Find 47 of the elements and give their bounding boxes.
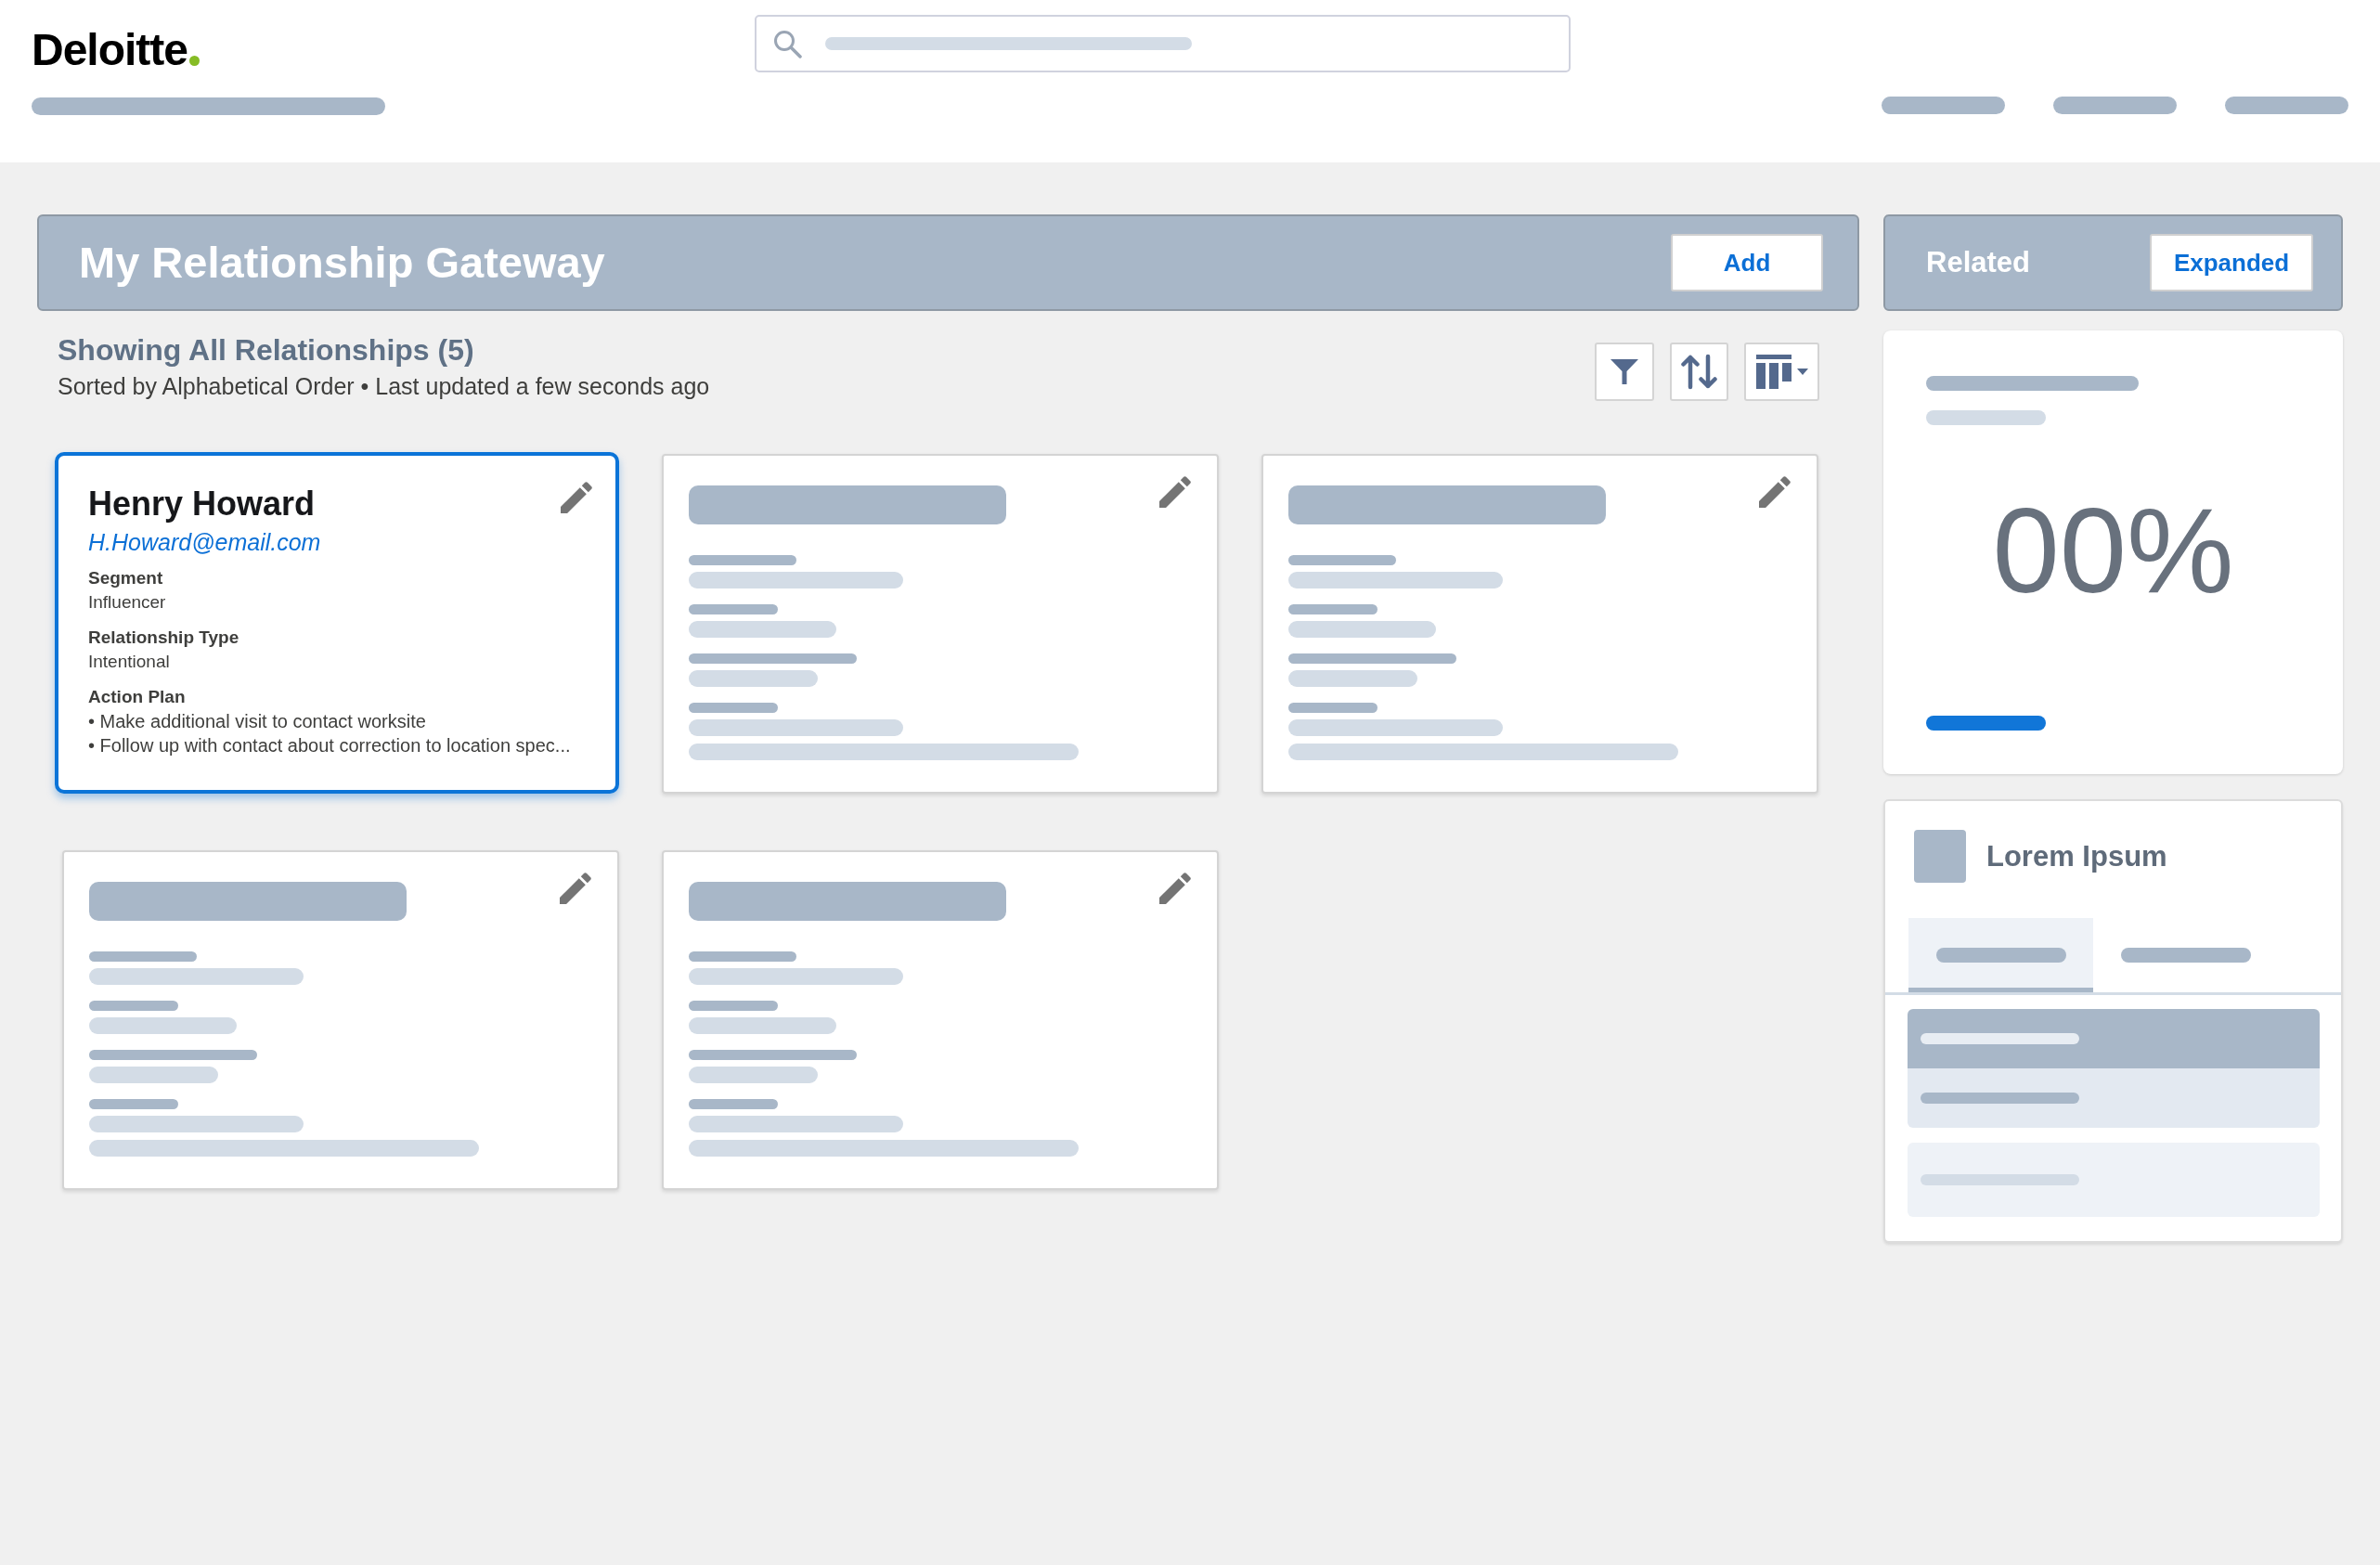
edit-button[interactable] xyxy=(1159,873,1191,904)
page-title: My Relationship Gateway xyxy=(79,237,605,289)
filter-button[interactable] xyxy=(1595,343,1654,401)
relationship-card[interactable] xyxy=(1261,454,1818,794)
action-item: • Follow up with contact about correction to location spec... xyxy=(88,734,571,757)
tab[interactable] xyxy=(1908,918,2093,992)
caret-icon xyxy=(1796,369,1808,375)
summary-heading: Showing All Relationships (5) xyxy=(58,333,474,367)
edit-button[interactable] xyxy=(1159,476,1191,508)
email-link[interactable]: H.Howard@email.com xyxy=(88,528,321,556)
field-label: Action Plan xyxy=(88,686,186,708)
square-icon xyxy=(1914,830,1966,883)
sort-button[interactable] xyxy=(1670,343,1728,401)
sort-icon xyxy=(1681,354,1717,390)
search-field[interactable] xyxy=(755,15,1571,72)
search-icon xyxy=(773,29,802,58)
field-label: Segment xyxy=(88,567,163,589)
relationship-card[interactable]: Henry Howard H.Howard@email.com Segment Influencer Relationship Type Intentional Action Plan • Make additional visit to contact worksite • Follow up with contact about correction to location spec... xyxy=(55,452,619,794)
filter-icon xyxy=(1610,359,1638,384)
pencil-icon xyxy=(1759,476,1791,508)
edit-button[interactable] xyxy=(560,873,591,904)
list-item[interactable] xyxy=(1908,1143,2320,1217)
field-value: Influencer xyxy=(88,591,166,614)
pencil-icon xyxy=(560,873,591,904)
columns-button[interactable] xyxy=(1744,343,1819,401)
relationship-card[interactable] xyxy=(662,850,1219,1190)
metric-value: 00% xyxy=(1992,490,2234,611)
columns-icon xyxy=(1755,355,1791,389)
relationship-card[interactable] xyxy=(62,850,619,1190)
logo-text: Deloitte xyxy=(32,28,188,72)
list-item[interactable] xyxy=(1908,1068,2320,1128)
pencil-icon xyxy=(561,482,592,513)
list-item[interactable] xyxy=(1908,1009,2320,1068)
field-value: Intentional xyxy=(88,651,170,673)
sort-info-text: Sorted by Alphabetical Order • Last updated a few seconds ago xyxy=(58,373,710,400)
expanded-button[interactable]: Expanded xyxy=(2150,234,2313,291)
relationship-card[interactable] xyxy=(662,454,1219,794)
edit-button[interactable] xyxy=(561,482,592,513)
contact-name: Henry Howard xyxy=(88,485,316,523)
edit-button[interactable] xyxy=(1759,476,1791,508)
pencil-icon xyxy=(1159,873,1191,904)
related-title: Related xyxy=(1926,245,2030,280)
action-item: • Make additional visit to contact worksite xyxy=(88,710,426,733)
pencil-icon xyxy=(1159,476,1191,508)
panel-title: Lorem Ipsum xyxy=(1986,838,2167,874)
field-label: Relationship Type xyxy=(88,627,239,649)
add-button[interactable]: Add xyxy=(1671,234,1823,291)
